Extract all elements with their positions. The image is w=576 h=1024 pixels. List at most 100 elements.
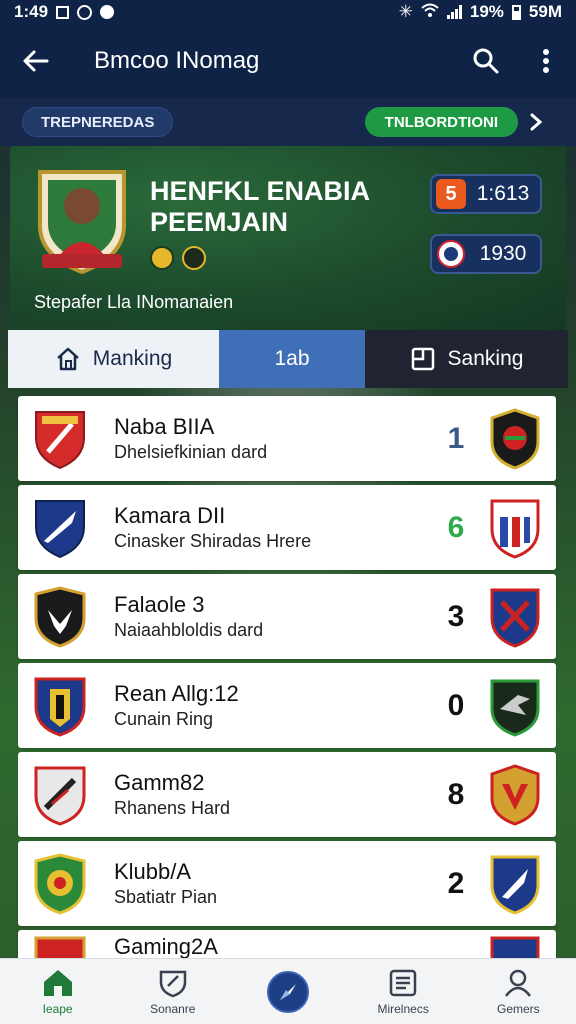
dark-badge-icon	[182, 246, 206, 270]
tab-bar: Manking 1ab Sanking	[8, 330, 568, 388]
opponent-crest-icon	[490, 763, 540, 826]
list-item[interactable]: Kamara DII Cinasker Shiradas Hrere 6	[18, 485, 556, 570]
nav-sonanre[interactable]: Sonanre	[123, 968, 223, 1016]
team-subtitle: Naiaahbloldis dard	[114, 619, 264, 640]
rank-number: 6	[447, 510, 465, 544]
nav-center[interactable]	[238, 970, 338, 1013]
hero-badges	[150, 246, 206, 270]
tab-label: Manking	[92, 347, 173, 370]
shield-icon	[159, 970, 187, 997]
document-icon	[411, 347, 434, 371]
list-item[interactable]: Rean Allg:12 Cunain Ring 0	[18, 663, 556, 748]
more-options-button[interactable]	[516, 24, 576, 98]
more-vertical-icon	[543, 49, 549, 73]
battery-percent: 19%	[469, 2, 504, 21]
featured-team-card[interactable]: HENFKL ENABIA PEEMJAIN Stepafer Lla INom…	[10, 146, 566, 330]
team-crest-icon	[38, 170, 126, 275]
user-icon	[505, 969, 532, 997]
team-name: Gamm82	[114, 769, 205, 795]
nav-gemers[interactable]: Gemers	[468, 968, 568, 1016]
tab-manking[interactable]: Manking	[8, 330, 219, 388]
team-crest-icon	[35, 499, 85, 558]
signal-icon	[446, 5, 462, 19]
wifi-icon	[421, 2, 439, 22]
status-bar: 1:49 ✳ 19% 59M	[0, 0, 576, 24]
featured-team-title: HENFKL ENABIA PEEMJAIN	[150, 176, 371, 237]
team-subtitle: Dhelsiefkinian dard	[114, 441, 268, 462]
chevron-right-icon	[530, 113, 542, 131]
rank-number: 1	[447, 421, 465, 455]
opponent-crest-icon	[490, 499, 540, 559]
list-item[interactable]: Gaming2A	[18, 930, 556, 958]
nav-label: Gemers	[497, 1001, 540, 1016]
nav-mirelnecs[interactable]: Mirelnecs	[353, 968, 453, 1016]
team-subtitle: Cunain Ring	[114, 708, 214, 729]
record-icon	[100, 5, 115, 19]
opponent-crest-icon	[490, 679, 540, 737]
team-crest-icon	[34, 766, 86, 826]
compass-icon	[266, 970, 309, 1013]
opponent-crest-icon	[490, 936, 540, 958]
team-name: Gaming2A	[114, 934, 218, 958]
rank-number: 3	[447, 599, 465, 633]
opponent-crest-icon	[490, 407, 540, 470]
tab-label: Sanking	[447, 347, 524, 370]
team-name: Naba BIIA	[114, 413, 215, 439]
team-name: Klubb/A	[114, 858, 192, 884]
team-name: Kamara DII	[114, 502, 226, 528]
back-button[interactable]	[0, 24, 70, 98]
search-button[interactable]	[456, 24, 516, 98]
app-title: Bmcoo INomag	[94, 47, 260, 74]
home-icon	[43, 969, 72, 996]
team-crest-icon	[34, 677, 86, 737]
gold-badge-icon	[150, 246, 174, 270]
team-crest-icon	[34, 585, 86, 648]
list-icon	[389, 969, 417, 996]
opponent-crest-icon	[490, 855, 540, 915]
team-subtitle: Cinasker Shiradas Hrere	[114, 530, 312, 551]
rank-number: 0	[447, 688, 465, 722]
featured-team-subtitle: Stepafer Lla INomanaien	[34, 292, 234, 312]
opponent-crest-icon	[490, 588, 540, 648]
nav-label: Mirelnecs	[377, 1001, 429, 1016]
club-badge-icon	[436, 239, 466, 269]
app-notification-icon	[77, 4, 93, 20]
score-card-primary[interactable]: 5 1:613	[430, 174, 542, 214]
list-item[interactable]: Naba BIIA Dhelsiefkinian dard 1	[18, 396, 556, 481]
score-card-secondary[interactable]: 1930	[430, 234, 542, 274]
arrow-left-icon	[23, 50, 49, 72]
battery-icon	[511, 4, 521, 20]
notification-icon	[56, 5, 70, 19]
score-icon: 5	[436, 179, 466, 209]
status-time: 1:49	[14, 2, 49, 21]
rank-number: 2	[447, 866, 465, 900]
list-item[interactable]: Falaole 3 Naiaahbloldis dard 3	[18, 574, 556, 659]
chips-next-button[interactable]	[518, 113, 554, 131]
app-bar: Bmcoo INomag	[0, 24, 576, 98]
search-icon	[473, 48, 499, 74]
tab-1ab[interactable]: 1ab	[219, 330, 365, 388]
ranking-list: Naba BIIA Dhelsiefkinian dard 1 Kamara D…	[18, 396, 556, 962]
home-icon	[56, 347, 79, 371]
filter-chip-left[interactable]: TREPNEREDAS	[22, 107, 174, 137]
status-right-text: 59M	[528, 2, 562, 21]
nav-home[interactable]: Ieape	[8, 968, 108, 1016]
tab-label: 1ab	[274, 347, 310, 370]
team-subtitle: Rhanens Hard	[114, 797, 231, 818]
team-name: Rean Allg:12	[114, 680, 239, 706]
tab-sanking[interactable]: Sanking	[365, 330, 568, 388]
score-value-secondary: 1930	[479, 242, 527, 265]
team-crest-icon	[34, 852, 86, 915]
list-item[interactable]: Klubb/A Sbatiatr Pian 2	[18, 841, 556, 926]
nav-label: Ieape	[42, 1001, 73, 1016]
team-crest-icon	[34, 936, 86, 958]
team-name: Falaole 3	[114, 591, 205, 617]
bottom-navigation: Ieape Sonanre Mirelnecs Gemers	[0, 958, 576, 1024]
team-crest-icon	[35, 410, 85, 469]
filter-chips-row: TREPNEREDAS TNLBORDTIONI	[0, 98, 576, 146]
bluetooth-icon: ✳	[398, 2, 413, 21]
rank-number: 8	[447, 777, 465, 811]
team-subtitle: Sbatiatr Pian	[114, 886, 218, 907]
filter-chip-right[interactable]: TNLBORDTIONI	[364, 107, 518, 137]
list-item[interactable]: Gamm82 Rhanens Hard 8	[18, 752, 556, 837]
